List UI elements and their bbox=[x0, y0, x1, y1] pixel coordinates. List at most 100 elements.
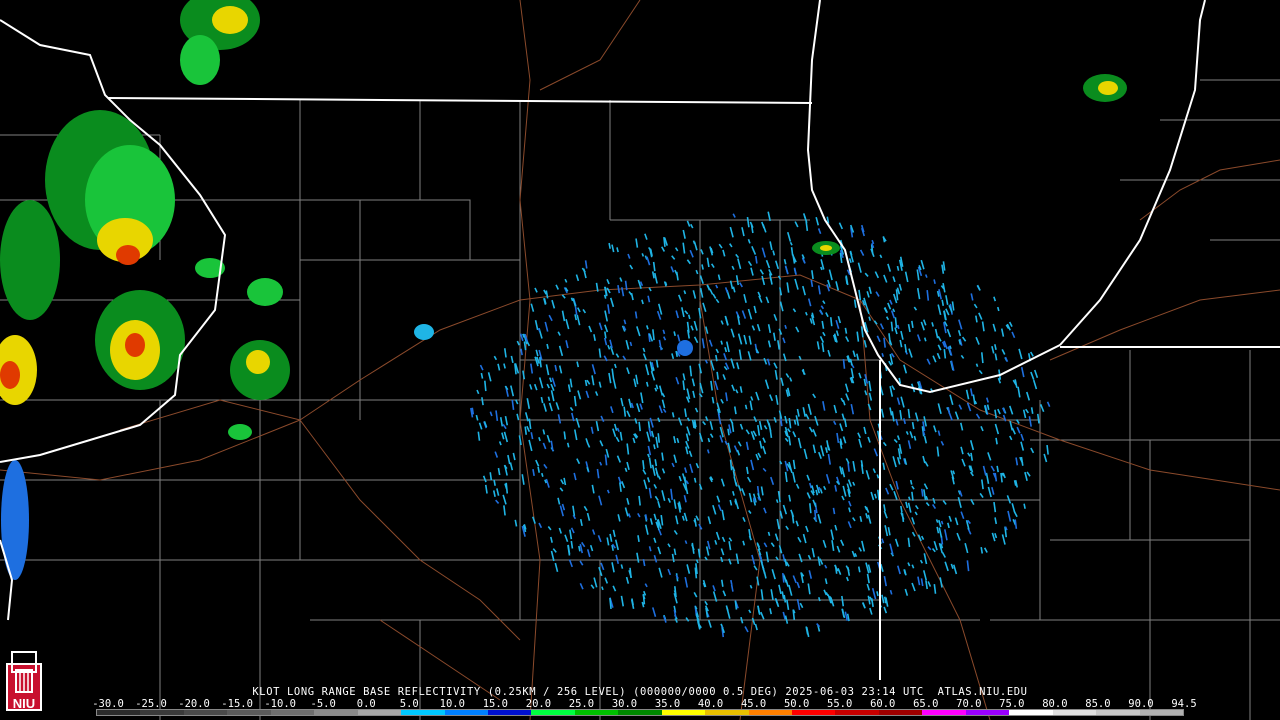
clutter-echo bbox=[662, 329, 666, 335]
clutter-echo bbox=[557, 331, 561, 336]
clutter-echo bbox=[1018, 348, 1023, 360]
clutter-echo bbox=[821, 320, 825, 329]
clutter-echo bbox=[784, 471, 788, 483]
clutter-echo bbox=[848, 507, 851, 513]
clutter-echo bbox=[975, 336, 980, 345]
clutter-echo bbox=[567, 384, 571, 393]
clutter-echo bbox=[812, 428, 817, 437]
clutter-echo bbox=[578, 545, 581, 552]
clutter-echo bbox=[662, 408, 667, 413]
clutter-echo bbox=[833, 420, 837, 426]
clutter-echo bbox=[635, 374, 639, 385]
clutter-echo bbox=[526, 341, 531, 347]
clutter-echo bbox=[748, 335, 752, 345]
clutter-echo bbox=[942, 261, 946, 271]
clutter-echo bbox=[645, 364, 650, 376]
clutter-echo bbox=[691, 378, 696, 387]
clutter-echo bbox=[720, 548, 725, 556]
clutter-echo bbox=[635, 238, 639, 248]
clutter-echo bbox=[993, 296, 997, 302]
clutter-echo bbox=[932, 497, 936, 504]
clutter-echo bbox=[731, 466, 736, 472]
clutter-echo bbox=[482, 475, 487, 483]
clutter-echo bbox=[914, 511, 918, 516]
clutter-echo bbox=[642, 460, 645, 470]
clutter-echo bbox=[941, 299, 945, 306]
clutter-echo bbox=[770, 589, 774, 600]
clutter-echo bbox=[980, 546, 984, 554]
clutter-echo bbox=[866, 291, 870, 298]
clutter-echo bbox=[762, 437, 766, 443]
clutter-echo bbox=[763, 357, 768, 365]
logo-text: NIU bbox=[13, 696, 35, 711]
clutter-echo bbox=[799, 602, 804, 609]
clutter-echo bbox=[933, 425, 937, 433]
clutter-echo bbox=[937, 430, 941, 436]
clutter-echo bbox=[990, 465, 995, 472]
clutter-echo bbox=[649, 518, 654, 525]
clutter-echo bbox=[565, 318, 570, 330]
clutter-echo bbox=[686, 564, 691, 574]
clutter-echo bbox=[835, 281, 840, 291]
clutter-echo bbox=[805, 413, 810, 420]
clutter-echo bbox=[844, 327, 848, 334]
clutter-echo bbox=[994, 344, 997, 350]
clutter-echo bbox=[493, 355, 498, 361]
clutter-echo bbox=[720, 398, 724, 404]
clutter-echo bbox=[996, 306, 1000, 312]
clutter-echo bbox=[660, 246, 666, 252]
clutter-echo bbox=[841, 495, 845, 501]
clutter-echo bbox=[1046, 444, 1049, 455]
clutter-echo bbox=[512, 452, 516, 461]
clutter-echo bbox=[573, 395, 577, 407]
clutter-echo bbox=[541, 472, 544, 477]
clutter-echo bbox=[579, 560, 584, 566]
clutter-echo bbox=[845, 576, 849, 582]
clutter-echo bbox=[566, 442, 570, 448]
clutter-echo bbox=[661, 399, 666, 409]
clutter-echo bbox=[484, 484, 488, 494]
clutter-echo bbox=[879, 254, 883, 259]
clutter-echo bbox=[546, 434, 551, 443]
clutter-echo bbox=[772, 250, 776, 256]
clutter-echo bbox=[717, 274, 721, 281]
clutter-echo bbox=[1016, 426, 1021, 434]
clutter-echo bbox=[667, 497, 671, 503]
clutter-echo bbox=[841, 595, 845, 607]
clutter-echo bbox=[783, 259, 787, 265]
storm-cell bbox=[228, 424, 252, 440]
clutter-echo bbox=[682, 242, 686, 254]
clutter-echo bbox=[822, 401, 826, 411]
clutter-echo bbox=[782, 611, 786, 620]
clutter-echo bbox=[673, 529, 678, 535]
clutter-echo bbox=[852, 460, 856, 472]
clutter-echo bbox=[948, 412, 953, 421]
clutter-echo bbox=[705, 546, 710, 556]
clutter-echo bbox=[554, 562, 559, 573]
clutter-echo bbox=[646, 256, 651, 266]
clutter-echo bbox=[994, 517, 998, 525]
clutter-echo bbox=[753, 565, 758, 571]
clutter-echo bbox=[895, 480, 899, 490]
storm-cell bbox=[125, 333, 145, 357]
clutter-echo bbox=[685, 480, 690, 485]
clutter-echo bbox=[673, 499, 677, 509]
clutter-echo bbox=[1032, 379, 1038, 390]
clutter-echo bbox=[770, 476, 775, 485]
clutter-echo bbox=[773, 362, 778, 369]
clutter-echo bbox=[570, 540, 574, 549]
clutter-echo bbox=[755, 255, 758, 264]
clutter-echo bbox=[817, 285, 821, 295]
storm-cell bbox=[1, 460, 29, 580]
colorbar-segment bbox=[1096, 710, 1140, 715]
clutter-echo bbox=[576, 361, 580, 368]
storm-cell bbox=[820, 245, 832, 251]
clutter-echo bbox=[625, 576, 630, 584]
clutter-echo bbox=[611, 368, 615, 380]
clutter-echo bbox=[774, 533, 779, 541]
clutter-echo bbox=[619, 277, 623, 282]
clutter-echo bbox=[858, 289, 862, 301]
clutter-echo bbox=[648, 457, 652, 469]
clutter-echo bbox=[555, 402, 560, 410]
clutter-echo bbox=[620, 595, 625, 607]
